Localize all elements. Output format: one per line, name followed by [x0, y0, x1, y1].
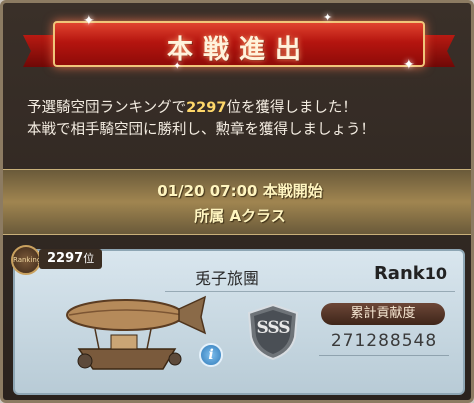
divider: [319, 355, 449, 356]
class-label: 所属 Aクラス: [194, 207, 286, 225]
sparkle-icon: ✦: [83, 13, 95, 29]
sparkle-icon: ✦: [323, 11, 333, 24]
result-message: 予選騎空団ランキングで2297位を獲得しました！ 本戦で相手騎空団に勝利し、勲章…: [27, 97, 457, 141]
crew-name: 兎子旅團: [195, 269, 260, 288]
honor-label: 累計貢献度: [321, 303, 445, 325]
title-banner: 本戦進出 ✦ ✦ ✦ ✦: [23, 11, 455, 79]
qualification-dialog: 本戦進出 ✦ ✦ ✦ ✦ 予選騎空団ランキングで2297位を獲得しました！ 本戦…: [0, 0, 474, 403]
start-time: 01/20 07:00 本戦開始: [157, 182, 323, 200]
banner-plate: 本戦進出: [53, 21, 425, 67]
message-line-1: 予選騎空団ランキングで2297位を獲得しました！: [27, 100, 357, 116]
sparkle-icon: ✦: [403, 57, 415, 73]
ranking-badge-icon: Ranking: [11, 245, 41, 275]
info-button[interactable]: i: [199, 343, 223, 367]
message-line-2: 本戦で相手騎空団に勝利し、勲章を獲得しましょう！: [27, 122, 375, 138]
crew-ranking: 2297位: [39, 249, 103, 269]
crew-rank: Rank10: [373, 263, 447, 284]
banner-title: 本戦進出: [166, 35, 311, 65]
grade-label: SSS: [256, 318, 290, 338]
grade-emblem: SSS: [247, 303, 299, 361]
crew-card[interactable]: Ranking 2297位 兎子旅團 Rank10 i SSS 累計貢献度 27…: [11, 245, 465, 395]
schedule-band: 01/20 07:00 本戦開始 所属 Aクラス: [3, 169, 471, 235]
sparkle-icon: ✦: [173, 61, 182, 72]
qualifier-rank: 2297: [186, 100, 227, 116]
airship-icon: [66, 295, 207, 370]
honor-value: 271288548: [330, 331, 438, 351]
